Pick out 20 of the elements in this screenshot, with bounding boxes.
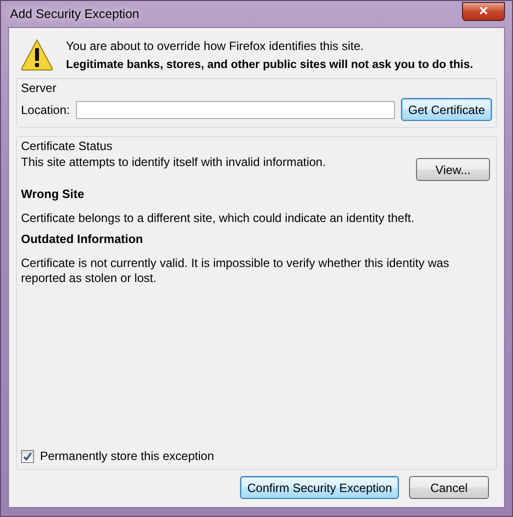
confirm-button[interactable]: Confirm Security Exception xyxy=(240,476,399,499)
checkbox-label: Permanently store this exception xyxy=(40,449,214,463)
group-title: Server xyxy=(21,80,58,95)
problem-heading: Outdated Information xyxy=(21,232,144,246)
status-text: This site attempts to identify itself with invalid information. xyxy=(21,155,326,169)
get-certificate-button[interactable]: Get Certificate xyxy=(401,98,492,121)
warning-text: You are about to override how Firefox identifies this site. xyxy=(66,39,365,53)
warning-icon xyxy=(20,38,54,72)
window-title: Add Security Exception xyxy=(9,7,140,21)
location-field[interactable] xyxy=(76,100,396,118)
view-button[interactable]: View... xyxy=(416,158,490,181)
field-label: Location: xyxy=(21,102,70,116)
problem-text: Certificate is not currently valid. It is impossible to verify whether this identity was reported as stolen or lost. xyxy=(21,256,450,286)
problem-heading: Wrong Site xyxy=(21,187,86,201)
close-button[interactable]: ✕ xyxy=(462,2,505,20)
checkbox[interactable] xyxy=(21,450,34,462)
warning-text: Legitimate banks, stores, and other public sites will not ask you to do this. xyxy=(66,59,474,71)
group-title: Certificate Status xyxy=(21,138,114,153)
cancel-button[interactable]: Cancel xyxy=(409,476,489,499)
problem-text: Certificate belongs to a different site, which could indicate an identity theft. xyxy=(21,211,416,226)
